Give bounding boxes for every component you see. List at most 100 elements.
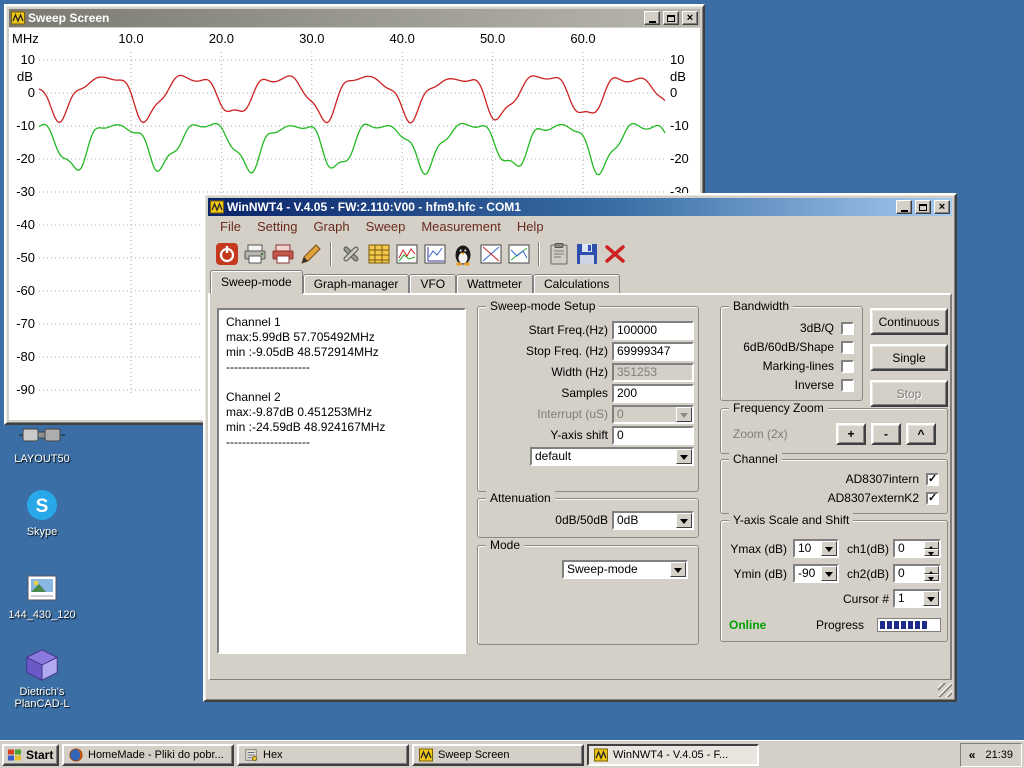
chart-diag2-icon[interactable] [506, 241, 532, 267]
start-button[interactable]: Start [2, 744, 59, 766]
group-title: Bandwidth [729, 299, 793, 313]
interrupt-us-label: Interrupt (uS) [482, 405, 608, 424]
start-freq-hz-field[interactable]: 100000 [612, 321, 694, 340]
winnwt-titlebar[interactable]: WinNWT4 - V.4.05 - FW:2.110:V00 - hfm9.h… [208, 198, 952, 216]
zoom-out-button[interactable]: - [871, 423, 901, 445]
tab-calculations[interactable]: Calculations [533, 274, 620, 294]
power-icon[interactable] [214, 241, 240, 267]
dropdown-arrow-icon[interactable] [670, 562, 686, 577]
continuous-button[interactable]: Continuous [870, 308, 948, 335]
ymin-combo[interactable]: -90 [793, 564, 839, 583]
yaxis-scale-shift-group: Y-axis Scale and Shift Ymax (dB) 10 ch1(… [720, 520, 948, 642]
printer-icon[interactable] [242, 241, 268, 267]
dropdown-arrow-icon[interactable] [676, 513, 692, 528]
marking-lines-checkbox[interactable] [841, 360, 854, 373]
desktop-icon-skype[interactable]: SSkype [2, 485, 82, 538]
y-axis-shift-field[interactable]: 0 [612, 426, 694, 445]
dropdown-arrow-icon[interactable] [676, 449, 692, 464]
desktop-icon-plancad[interactable]: Dietrich's PlanCAD-L [2, 645, 82, 710]
tab-vfo[interactable]: VFO [409, 274, 456, 294]
taskbar-sweep-screen[interactable]: Sweep Screen [412, 744, 584, 766]
dropdown-arrow-icon[interactable] [676, 407, 692, 422]
interrupt-us-combo[interactable]: 0 [612, 405, 694, 424]
winnwt-app-icon [210, 200, 224, 214]
single-button[interactable]: Single [870, 344, 948, 371]
attenuation-combo[interactable]: 0dB [612, 511, 694, 530]
group-title: Mode [486, 538, 524, 552]
cursor-combo[interactable]: 1 [893, 589, 941, 608]
plancad-icon [2, 645, 82, 683]
samples-field[interactable]: 200 [612, 384, 694, 403]
menu-measurement[interactable]: Measurement [413, 217, 508, 236]
3db-q-label: 3dB/Q [800, 321, 834, 336]
winnwt-close-button[interactable]: × [934, 200, 950, 214]
group-title: Frequency Zoom [729, 401, 828, 415]
tab-sweep-mode[interactable]: Sweep-mode [210, 270, 303, 294]
save-icon[interactable] [574, 241, 600, 267]
clipboard-icon[interactable] [546, 241, 572, 267]
dropdown-arrow-icon[interactable] [821, 566, 837, 581]
info-line: max:5.99dB 57.705492MHz [226, 330, 457, 345]
ymax-combo[interactable]: 10 [793, 539, 839, 558]
toolbar-separator [538, 242, 540, 266]
shift-ch2-spin[interactable]: 0 [893, 564, 941, 583]
profile-combo[interactable]: default [530, 447, 694, 466]
image-144-430-120-icon [2, 568, 82, 606]
disconnect-icon[interactable] [602, 241, 628, 267]
stop-freq-hz-field[interactable]: 69999347 [612, 342, 694, 361]
chart-frame-icon[interactable] [422, 241, 448, 267]
sweep-titlebar[interactable]: Sweep Screen × [9, 9, 700, 27]
chart-diag-icon[interactable] [478, 241, 504, 267]
group-title: Channel [729, 452, 782, 466]
menu-file[interactable]: File [212, 217, 249, 236]
info-line: --------------------- [226, 360, 457, 375]
menu-graph[interactable]: Graph [305, 217, 357, 236]
tab-graph-manager[interactable]: Graph-manager [303, 274, 410, 294]
zoom-in-button[interactable]: + [836, 423, 866, 445]
sweep-app-icon [11, 11, 25, 25]
grid-icon[interactable] [366, 241, 392, 267]
ad8307intern-checkbox[interactable]: ✓ [926, 473, 939, 486]
3db-q-checkbox[interactable] [841, 322, 854, 335]
stop-button[interactable]: Stop [870, 380, 948, 407]
mode-group: Mode Sweep-mode [477, 545, 699, 645]
taskbar-hex[interactable]: Hex [237, 744, 409, 766]
tux-penguin-icon[interactable] [450, 241, 476, 267]
winnwt-minimize-button[interactable] [896, 200, 912, 214]
width-hz-field[interactable]: 351253 [612, 363, 694, 382]
ad8307intern-label: AD8307intern [846, 472, 919, 487]
desktop-icon-image-144-430-120[interactable]: 144_430_120 [2, 568, 82, 621]
ad8307externk2-checkbox[interactable]: ✓ [926, 492, 939, 505]
tab-bar: Sweep-modeGraph-managerVFOWattmeterCalcu… [208, 270, 952, 294]
chart-lines-icon[interactable] [394, 241, 420, 267]
dropdown-arrow-icon[interactable] [821, 541, 837, 556]
menu-setting[interactable]: Setting [249, 217, 305, 236]
tools-icon[interactable] [338, 241, 364, 267]
shift-ch1-spin[interactable]: 0 [893, 539, 941, 558]
spin-arrows[interactable] [924, 541, 939, 556]
menu-help[interactable]: Help [509, 217, 552, 236]
resize-grip[interactable] [938, 683, 952, 697]
winnwt-maximize-button[interactable] [915, 200, 931, 214]
dropdown-arrow-icon[interactable] [923, 591, 939, 606]
tab-wattmeter[interactable]: Wattmeter [456, 274, 533, 294]
printer-red-icon[interactable] [270, 241, 296, 267]
menu-sweep[interactable]: Sweep [358, 217, 414, 236]
taskbar-homemade-pliki-do-pobr[interactable]: HomeMade - Pliki do pobr... [62, 744, 234, 766]
info-line: max:-9.87dB 0.451253MHz [226, 405, 457, 420]
spin-arrows[interactable] [924, 566, 939, 581]
inverse-checkbox[interactable] [841, 379, 854, 392]
windows-logo-icon [7, 748, 23, 762]
pen-icon[interactable] [298, 241, 324, 267]
sweep-close-button[interactable]: × [682, 11, 698, 25]
taskbar-winnwt4-v-4-05-f[interactable]: WinNWT4 - V.4.05 - F... [587, 744, 759, 766]
mode-combo[interactable]: Sweep-mode [562, 560, 688, 579]
svg-text:10: 10 [670, 52, 684, 67]
tray-expand-button[interactable]: « [969, 748, 976, 762]
menubar: FileSettingGraphSweepMeasurementHelp [208, 216, 952, 237]
sweep-minimize-button[interactable] [644, 11, 660, 25]
6db-60db-shape-checkbox[interactable] [841, 341, 854, 354]
progress-segment [922, 621, 927, 629]
sweep-maximize-button[interactable] [663, 11, 679, 25]
zoom-up-button[interactable]: ^ [906, 423, 936, 445]
